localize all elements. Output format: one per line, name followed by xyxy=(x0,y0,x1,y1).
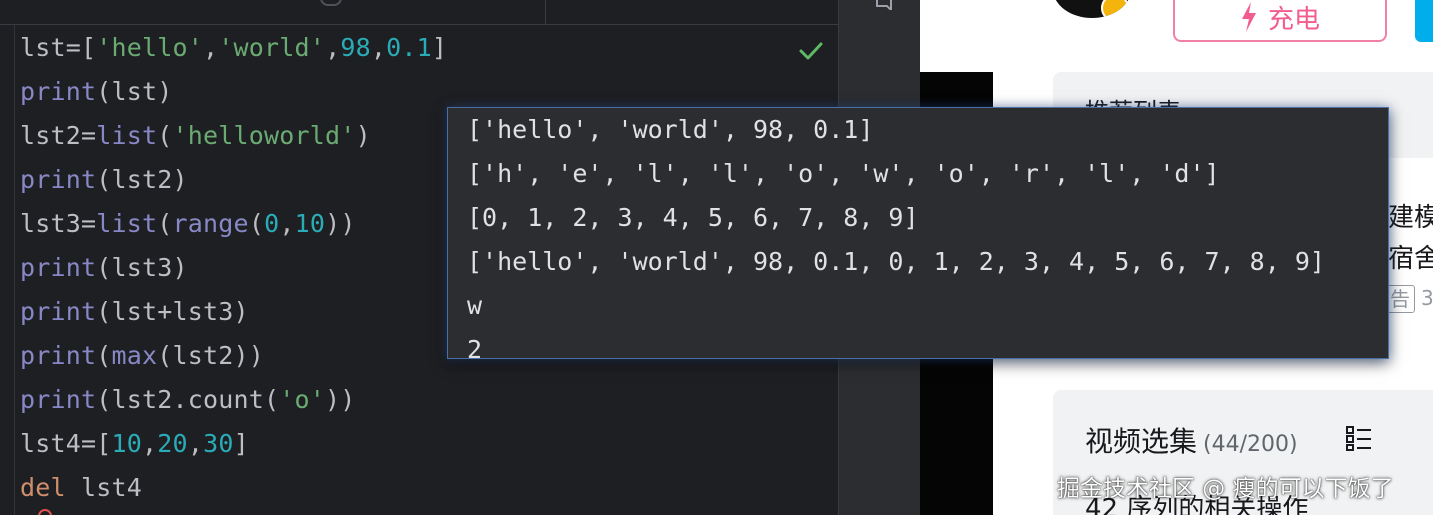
output-line: ['hello', 'world', 98, 0.1, 0, 1, 2, 3, … xyxy=(467,247,1325,276)
code-token: ] xyxy=(431,33,448,62)
code-token: lst4=[ xyxy=(20,429,112,458)
output-line: w xyxy=(467,291,483,320)
code-token: 'helloworld' xyxy=(172,121,356,150)
code-token: 0.1 xyxy=(386,33,432,62)
code-line[interactable]: lst4=[10,20,30] xyxy=(20,422,447,466)
code-token: list xyxy=(96,121,158,150)
code-token: , xyxy=(370,33,387,62)
tab-separator xyxy=(545,0,546,24)
code-token: ] xyxy=(233,429,249,458)
code-token: (lst+lst3) xyxy=(96,297,249,326)
code-token: print xyxy=(20,253,97,282)
web-header: 充电 xyxy=(993,0,1433,72)
code-token: 'hello' xyxy=(96,33,204,62)
code-line[interactable]: lst2=list('helloworld') xyxy=(20,114,447,158)
code-token: max xyxy=(111,341,158,370)
code-token: lst3= xyxy=(20,209,97,238)
list-view-icon[interactable] xyxy=(1345,424,1373,452)
code-token: ( xyxy=(157,121,173,150)
code-token: range xyxy=(172,209,249,238)
code-token: ( xyxy=(157,209,173,238)
code-token: (lst) xyxy=(96,77,173,106)
code-line[interactable]: print(lst2.count('o')) xyxy=(20,378,447,422)
ad-meta: 3 xyxy=(1421,286,1433,310)
code-token: lst2= xyxy=(20,121,97,150)
output-line: [0, 1, 2, 3, 4, 5, 6, 7, 8, 9] xyxy=(467,203,919,232)
code-line[interactable]: del lst4 xyxy=(20,466,447,510)
code-token: )) xyxy=(325,209,356,238)
code-token: lst=[ xyxy=(20,33,97,62)
code-token: (lst3) xyxy=(96,253,188,282)
code-token: 'o' xyxy=(279,385,326,414)
tab-fragment xyxy=(320,0,342,6)
code-token: 10 xyxy=(294,209,326,238)
code-token: print xyxy=(20,341,97,370)
code-token: (lst2.count( xyxy=(96,385,280,414)
output-line: ['hello', 'world', 98, 0.1] xyxy=(467,115,874,144)
code-token: 98 xyxy=(340,33,371,62)
code-token: ( xyxy=(96,341,112,370)
avatar[interactable] xyxy=(1053,0,1131,18)
editor-tab-bar xyxy=(0,0,838,25)
code-token: , xyxy=(203,33,219,62)
charge-label: 充电 xyxy=(1267,4,1320,35)
playlist-count: (44/200) xyxy=(1203,432,1298,457)
follow-button[interactable] xyxy=(1415,0,1433,42)
code-line[interactable]: print(lst) xyxy=(20,70,447,114)
recommend-title-line1[interactable]: 建模 xyxy=(1388,197,1433,234)
code-token: print xyxy=(20,165,97,194)
vip-badge-icon xyxy=(1101,0,1129,18)
code-token: 10 xyxy=(111,429,143,458)
code-token: 30 xyxy=(203,429,234,458)
output-line: ['h', 'e', 'l', 'l', 'o', 'w', 'o', 'r',… xyxy=(467,159,1220,188)
code-line[interactable]: print(lst2) xyxy=(20,158,447,202)
code-line[interactable]: print(max(lst2)) xyxy=(20,334,447,378)
code-token: print xyxy=(20,297,97,326)
playlist-title-text: 视频选集 xyxy=(1085,425,1198,458)
recommend-title-line2[interactable]: 宿舍 xyxy=(1388,238,1433,275)
notifications-icon[interactable] xyxy=(875,0,895,10)
code-token: , xyxy=(142,429,158,458)
code-token: ( xyxy=(248,209,265,238)
code-line[interactable]: lst3=list(range(0,10)) xyxy=(20,202,447,246)
playlist-title: 视频选集 (44/200) xyxy=(1085,420,1298,460)
code-token: lst4 xyxy=(65,473,143,502)
code-token: del xyxy=(20,473,66,502)
ad-tag: 告 xyxy=(1385,285,1415,313)
code-token: 'world' xyxy=(218,33,326,62)
code-token: print xyxy=(20,385,97,414)
code-token: (lst2) xyxy=(96,165,188,194)
code-line[interactable]: lst=['hello','world',98,0.1] xyxy=(20,26,447,70)
code-token: ) xyxy=(355,121,371,150)
code-token: , xyxy=(187,429,204,458)
code-token: )) xyxy=(325,385,356,414)
code-line[interactable]: print(lst+lst3) xyxy=(20,290,447,334)
run-output-popup: ['hello', 'world', 98, 0.1] ['h', 'e', 'l… xyxy=(447,107,1389,359)
code-token: , xyxy=(279,209,295,238)
code-area[interactable]: lst=['hello','world',98,0.1] print(lst) ls… xyxy=(20,26,447,510)
charge-button[interactable]: 充电 xyxy=(1173,0,1387,42)
lightning-icon xyxy=(1241,2,1256,32)
code-token: 20 xyxy=(157,429,188,458)
check-icon[interactable] xyxy=(798,40,824,62)
code-token: print xyxy=(20,77,97,106)
code-token: (lst2)) xyxy=(157,341,265,370)
watermark: 掘金技术社区 @ 瘦的可以下饭了 xyxy=(1057,476,1394,502)
gutter-divider xyxy=(14,24,15,515)
code-token: list xyxy=(96,209,158,238)
code-token: , xyxy=(325,33,341,62)
code-token: 0 xyxy=(264,209,280,238)
code-line[interactable]: print(lst3) xyxy=(20,246,447,290)
output-line: 2 xyxy=(467,335,483,359)
